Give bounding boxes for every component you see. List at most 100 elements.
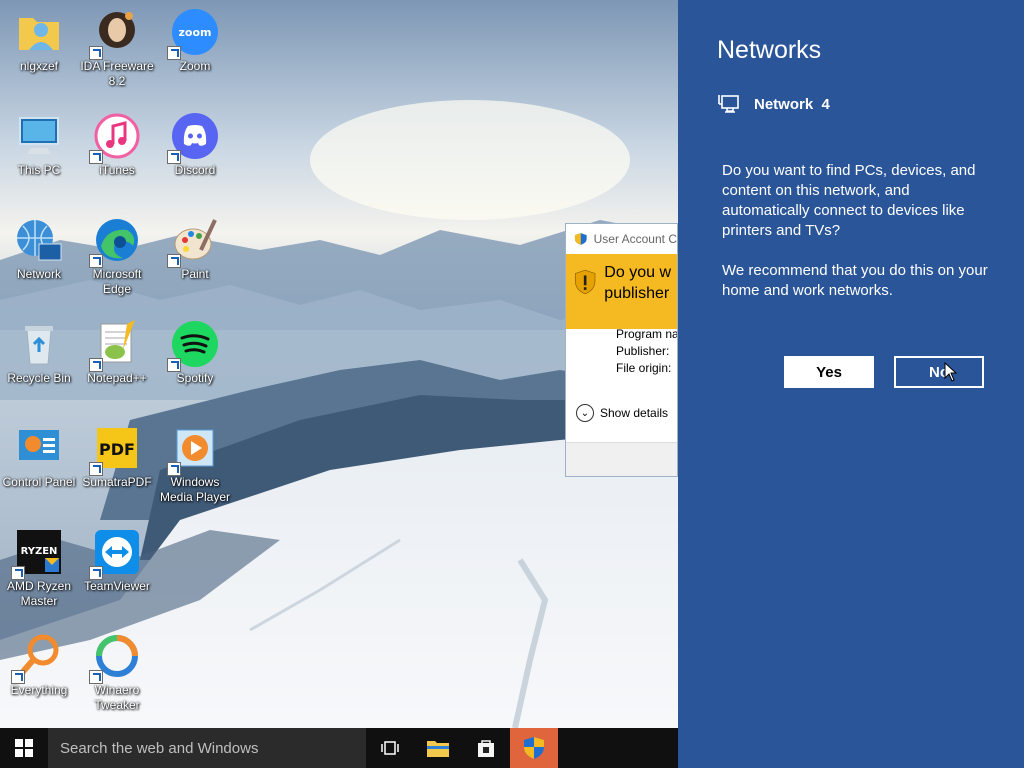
chevron-down-icon: ⌄ <box>576 404 594 422</box>
desktop-icon-paint[interactable]: Paint <box>156 216 234 282</box>
icon-label: TeamViewer <box>84 579 150 593</box>
uac-meta: Program na Publisher: File origin: <box>616 326 678 377</box>
shield-icon <box>574 233 587 245</box>
no-button[interactable]: No <box>894 356 984 388</box>
program-label: Program na <box>616 327 678 341</box>
windows-logo-icon <box>15 739 33 757</box>
desktop-icon-control-panel[interactable]: Control Panel <box>0 424 78 490</box>
ryzen-icon: RYZEN <box>11 528 63 580</box>
computer-icon <box>15 112 63 160</box>
networks-pane: Networks Network 4 Do you want to find P… <box>678 0 1024 768</box>
desktop-icon-user-folder[interactable]: nlgxzef <box>0 8 78 74</box>
shortcut-arrow-icon <box>89 46 103 60</box>
desktop-icon-discord[interactable]: Discord <box>156 112 234 178</box>
desktop-icon-this-pc[interactable]: This PC <box>0 112 78 178</box>
ida-icon <box>89 8 141 60</box>
desktop[interactable]: nlgxzef This PC Network Recycle Bin Cont… <box>0 0 678 728</box>
network-monitor-icon <box>718 95 739 113</box>
network-icon <box>15 216 63 264</box>
desktop-icon-amd-ryzen[interactable]: RYZEN AMD Ryzen Master <box>0 528 78 609</box>
show-details-label: Show details <box>600 406 669 420</box>
store-button[interactable] <box>462 728 510 768</box>
shortcut-arrow-icon <box>11 670 25 684</box>
media-player-icon <box>167 424 219 476</box>
desktop-icon-sumatrapdf[interactable]: PDF SumatraPDF <box>78 424 156 490</box>
icon-label: Everything <box>10 683 68 697</box>
desktop-icon-network[interactable]: Network <box>0 216 78 282</box>
shortcut-arrow-icon <box>89 566 103 580</box>
taskbar-under-pane <box>678 728 1024 768</box>
desktop-icon-teamviewer[interactable]: TeamViewer <box>78 528 156 594</box>
sumatrapdf-icon: PDF <box>89 424 141 476</box>
uac-dialog[interactable]: User Account C Do you w publisher Progra… <box>565 223 678 477</box>
taskbar-search-box[interactable]: Search the web and Windows <box>48 728 366 768</box>
icon-label: Winaero Tweaker <box>94 683 140 712</box>
paint-icon <box>167 216 219 268</box>
shortcut-arrow-icon <box>89 254 103 268</box>
itunes-icon <box>89 112 141 164</box>
pane-title: Networks <box>717 36 822 64</box>
task-view-button[interactable] <box>366 728 414 768</box>
network-row: Network 4 <box>718 94 830 114</box>
uac-question: Do you w <box>604 264 671 281</box>
icon-label: Recycle Bin <box>7 371 71 385</box>
zoom-icon: zoom <box>167 8 219 60</box>
desktop-icon-everything[interactable]: Everything <box>0 632 78 698</box>
uac-titlebar: User Account C <box>566 224 677 254</box>
pdf-glyph: PDF <box>99 440 135 459</box>
desktop-icon-winaero[interactable]: Winaero Tweaker <box>78 632 156 713</box>
show-details-link[interactable]: ⌄ Show details <box>576 404 668 422</box>
shield-icon <box>524 737 544 759</box>
zoom-glyph: zoom <box>179 26 212 39</box>
icon-label: Network <box>16 267 61 281</box>
recommendation-text: We recommend that you do this on your ho… <box>722 262 988 299</box>
desktop-icon-edge[interactable]: Microsoft Edge <box>78 216 156 297</box>
shortcut-arrow-icon <box>167 150 181 164</box>
desktop-icon-media-player[interactable]: Windows Media Player <box>156 424 234 505</box>
discovery-question: Do you want to find PCs, devices, and co… <box>722 162 976 239</box>
shortcut-arrow-icon <box>167 254 181 268</box>
shortcut-arrow-icon <box>89 150 103 164</box>
mouse-cursor-icon <box>944 362 958 382</box>
store-bag-icon <box>478 740 494 757</box>
uac-task-button[interactable] <box>510 728 558 768</box>
recycle-bin-icon <box>15 320 63 368</box>
icon-label: AMD Ryzen Master <box>6 579 71 608</box>
shortcut-arrow-icon <box>89 462 103 476</box>
shortcut-arrow-icon <box>167 46 181 60</box>
desktop-icon-itunes[interactable]: iTunes <box>78 112 156 178</box>
icon-label: Windows Media Player <box>159 475 231 504</box>
shortcut-arrow-icon <box>11 566 25 580</box>
desktop-icon-spotify[interactable]: Spotify <box>156 320 234 386</box>
file-explorer-button[interactable] <box>414 728 462 768</box>
ryzen-glyph: RYZEN <box>21 546 58 557</box>
uac-question-2: publisher <box>604 285 670 302</box>
origin-label: File origin: <box>616 361 672 375</box>
spotify-icon <box>167 320 219 372</box>
search-placeholder: Search the web and Windows <box>60 739 259 757</box>
yes-button[interactable]: Yes <box>784 356 874 388</box>
uac-footer <box>566 442 677 476</box>
folder-icon <box>427 741 449 757</box>
shortcut-arrow-icon <box>89 670 103 684</box>
taskbar: Search the web and Windows <box>0 728 678 768</box>
shortcut-arrow-icon <box>89 358 103 372</box>
start-button[interactable] <box>0 728 48 768</box>
desktop-icon-recycle-bin[interactable]: Recycle Bin <box>0 320 78 386</box>
icon-label: This PC <box>17 163 61 177</box>
icon-label: Notepad++ <box>87 371 147 385</box>
control-panel-icon <box>15 424 63 472</box>
notepadpp-icon <box>89 320 141 372</box>
icon-label: Paint <box>181 267 209 281</box>
discord-icon <box>167 112 219 164</box>
desktop-icon-zoom[interactable]: zoom Zoom <box>156 8 234 74</box>
teamviewer-icon <box>89 528 141 580</box>
desktop-icon-notepadpp[interactable]: Notepad++ <box>78 320 156 386</box>
icon-label: SumatraPDF <box>82 475 152 489</box>
task-view-icon <box>381 741 399 755</box>
icon-label: Microsoft Edge <box>92 267 142 296</box>
desktop-icon-ida[interactable]: IDA Freeware 8.2 <box>78 8 156 89</box>
icon-label: Zoom <box>179 59 211 73</box>
shortcut-arrow-icon <box>167 462 181 476</box>
network-name: Network 4 <box>754 95 830 113</box>
